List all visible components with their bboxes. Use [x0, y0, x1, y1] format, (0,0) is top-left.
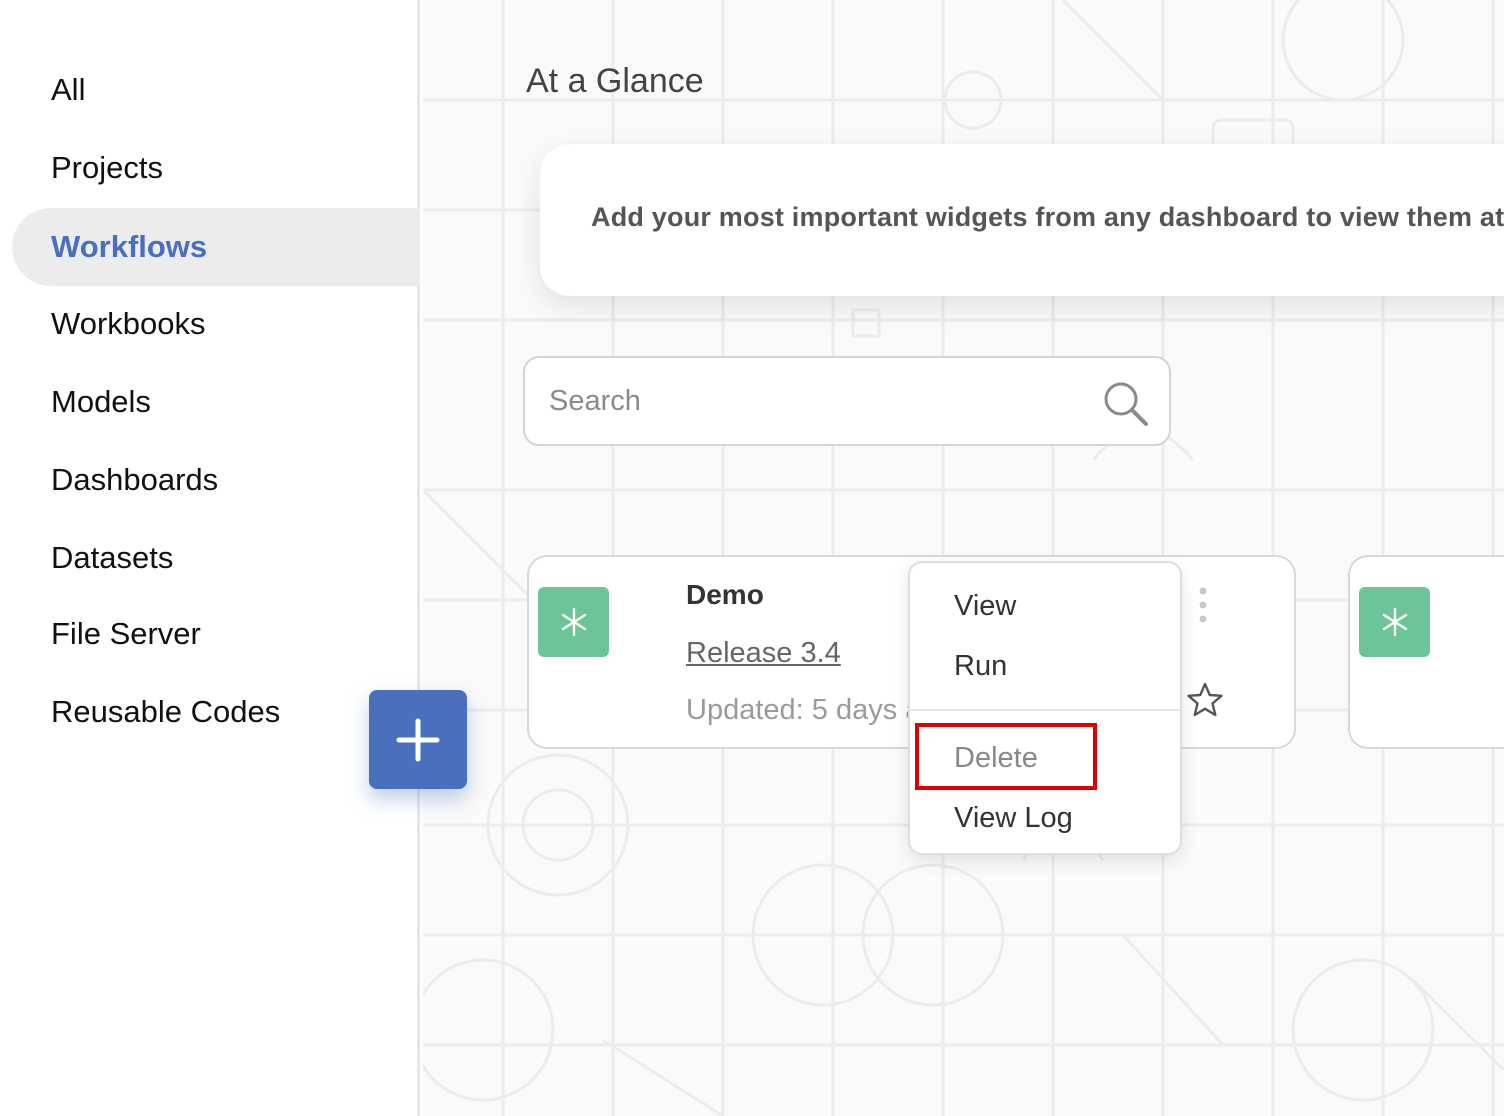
- at-a-glance-card: Add your most important widgets from any…: [540, 144, 1504, 296]
- sidebar: All Projects Workflows Workbooks Models …: [0, 0, 420, 1116]
- search-icon[interactable]: [1101, 379, 1151, 429]
- plus-icon: [396, 718, 440, 761]
- search-input[interactable]: [549, 358, 1089, 444]
- main-content: At a Glance Add your most important widg…: [423, 0, 1504, 1116]
- sidebar-item-datasets[interactable]: Datasets: [12, 519, 420, 597]
- asterisk-icon: [561, 607, 586, 637]
- sidebar-item-workflows[interactable]: Workflows: [12, 208, 420, 286]
- star-icon[interactable]: [1185, 681, 1225, 719]
- card-title: Demo: [686, 579, 764, 610]
- menu-item-view[interactable]: View: [954, 590, 1016, 623]
- sidebar-item-workbooks[interactable]: Workbooks: [12, 285, 420, 363]
- sidebar-item-dashboards[interactable]: Dashboards: [12, 441, 420, 519]
- search-box[interactable]: [523, 356, 1171, 446]
- page-title: At a Glance: [526, 62, 704, 100]
- card-updated-text: Updated: 5 days a: [686, 694, 922, 726]
- kebab-menu-icon[interactable]: [1191, 585, 1215, 629]
- menu-item-run[interactable]: Run: [954, 650, 1007, 683]
- menu-item-view-log[interactable]: View Log: [954, 802, 1073, 835]
- sidebar-item-file-server[interactable]: File Server: [12, 595, 420, 673]
- sidebar-item-reusable-codes[interactable]: Reusable Codes: [12, 673, 420, 751]
- sidebar-item-models[interactable]: Models: [12, 363, 420, 441]
- glance-empty-message: Add your most important widgets from any…: [591, 202, 1504, 232]
- release-link[interactable]: Release 3.4: [686, 637, 841, 670]
- card-context-menu: View Run Delete View Log: [908, 561, 1182, 855]
- add-button[interactable]: [369, 690, 467, 789]
- workflow-asterisk-icon: [1359, 587, 1430, 657]
- sidebar-item-all[interactable]: All: [12, 51, 420, 129]
- asterisk-icon: [1382, 607, 1407, 637]
- menu-item-delete[interactable]: Delete: [954, 742, 1038, 775]
- menu-divider: [910, 709, 1180, 711]
- sidebar-item-projects[interactable]: Projects: [12, 129, 420, 207]
- workflow-card[interactable]: [1348, 555, 1504, 749]
- workflow-asterisk-icon: [538, 587, 609, 657]
